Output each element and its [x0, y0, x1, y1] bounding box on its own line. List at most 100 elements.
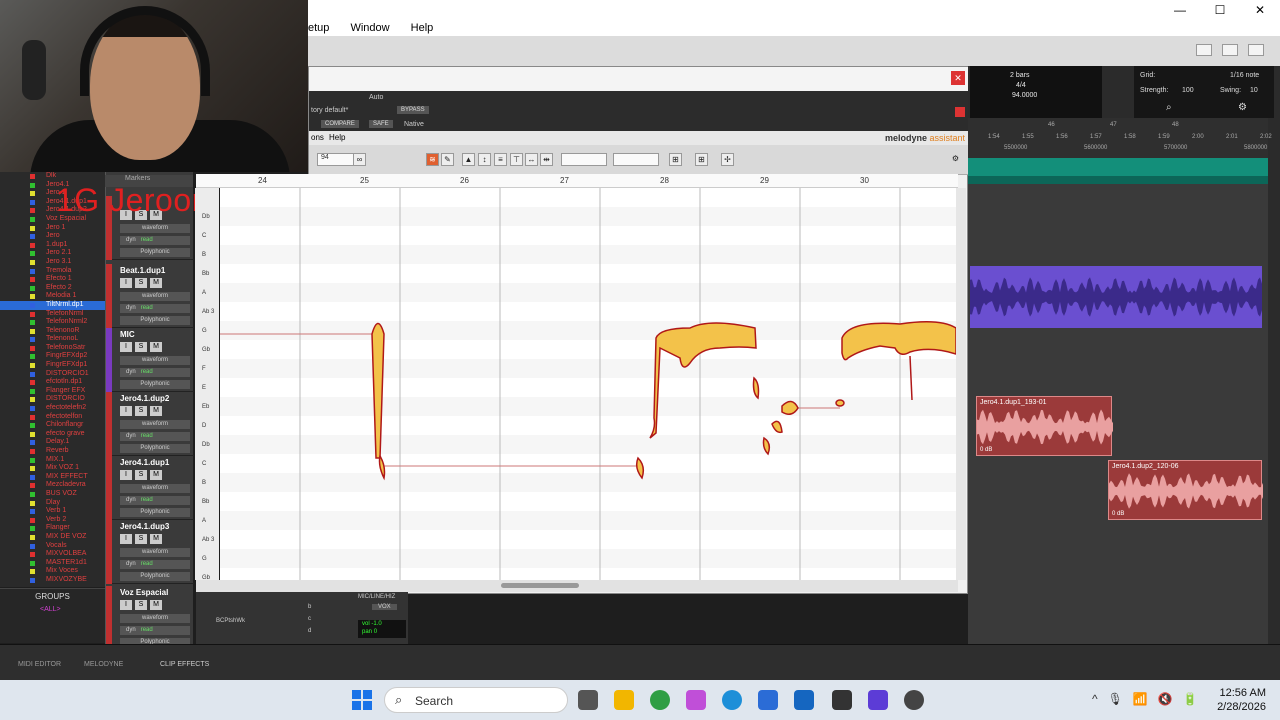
- track-list-item[interactable]: Efecto 1: [0, 275, 105, 284]
- mute-button[interactable]: M: [150, 600, 162, 610]
- macro-pitch-icon[interactable]: ⊞: [669, 153, 682, 166]
- tab-melodyne[interactable]: MELODYNE: [84, 661, 123, 668]
- track-list-item[interactable]: MIX.1: [0, 456, 105, 465]
- solo-button[interactable]: S: [135, 342, 147, 352]
- group-all[interactable]: <ALL>: [40, 606, 105, 613]
- strip-name[interactable]: Jero4.1.dup3: [120, 522, 169, 531]
- edit-tool-icon[interactable]: ✎: [441, 153, 454, 166]
- strip-plugin[interactable]: Polyphonic: [120, 444, 190, 453]
- strip-plugin[interactable]: Polyphonic: [120, 316, 190, 325]
- close-button[interactable]: ✕: [1240, 0, 1280, 20]
- track-list-item[interactable]: Verb 1: [0, 507, 105, 516]
- strip-name[interactable]: MIC: [120, 330, 135, 339]
- track-list-item[interactable]: DISTORCIO1: [0, 370, 105, 379]
- menu-help-melodyne[interactable]: Help: [329, 133, 345, 142]
- audio-clip[interactable]: Jero4.1.dup1_193-01 0 dB: [976, 396, 1113, 456]
- mute-button[interactable]: M: [150, 278, 162, 288]
- task-view-icon[interactable]: [578, 690, 598, 710]
- track-list-item[interactable]: Verb 2: [0, 516, 105, 525]
- track-list-item[interactable]: FingrEFXdp2: [0, 352, 105, 361]
- strip-plugin[interactable]: Polyphonic: [120, 248, 190, 257]
- system-tray[interactable]: ^ 🎙 📶 🔇 🔋: [1092, 692, 1198, 706]
- vol-pan-display[interactable]: vol -1.0 pan 0: [358, 620, 406, 638]
- strip-dyn[interactable]: dyn read: [120, 432, 190, 441]
- solo-button[interactable]: S: [135, 600, 147, 610]
- track-list-item[interactable]: TiltNrml.dp1: [0, 300, 105, 310]
- solo-button[interactable]: S: [135, 470, 147, 480]
- track-list-item[interactable]: Efecto 2: [0, 284, 105, 293]
- strip-dyn[interactable]: dyn read: [120, 236, 190, 245]
- audio-region-purple[interactable]: [970, 266, 1262, 328]
- compare-button[interactable]: COMPARE: [321, 120, 359, 128]
- grid-value[interactable]: 1/16 note: [1230, 72, 1259, 79]
- drift-tool-icon[interactable]: ≡: [494, 153, 507, 166]
- tab-clip-effects[interactable]: CLIP EFFECTS: [160, 661, 209, 668]
- menu-window[interactable]: Window: [350, 20, 389, 34]
- settings-gear-icon[interactable]: ⚙: [949, 153, 962, 166]
- track-list-item[interactable]: efctotln.dp1: [0, 378, 105, 387]
- strip-name[interactable]: Beat.1.dup1: [120, 266, 165, 275]
- taskbar-clock[interactable]: 12:56 AM 2/28/2026: [1206, 686, 1266, 714]
- melodyne-close-button[interactable]: ✕: [951, 71, 965, 85]
- track-list-item[interactable]: MIX EFFECT: [0, 473, 105, 482]
- strip-mode[interactable]: waveform: [120, 292, 190, 301]
- macro-time-icon[interactable]: ⊞: [695, 153, 708, 166]
- safe-button[interactable]: SAFE: [369, 120, 393, 128]
- track-list-item[interactable]: Jero 1: [0, 224, 105, 233]
- time-tool-icon[interactable]: ↔: [525, 153, 538, 166]
- track-list-item[interactable]: TelefonNrml2: [0, 318, 105, 327]
- windows-start-icon[interactable]: [352, 690, 372, 710]
- tempo-field[interactable]: 94: [317, 153, 357, 166]
- bypass-button[interactable]: BYPASS: [397, 106, 429, 114]
- track-list-item[interactable]: Jero 3.1: [0, 258, 105, 267]
- track-list-item[interactable]: Jero 2.1: [0, 249, 105, 258]
- track-list-item[interactable]: TelenonoR: [0, 327, 105, 336]
- track-list-item[interactable]: Chilonflangr: [0, 421, 105, 430]
- track-list-item[interactable]: Delay.1: [0, 438, 105, 447]
- solo-button[interactable]: S: [135, 278, 147, 288]
- track-list-item[interactable]: Tremola: [0, 267, 105, 276]
- track-list-item[interactable]: Mezcladevra: [0, 481, 105, 490]
- track-list-item[interactable]: DISTORCIO: [0, 395, 105, 404]
- track-list-item[interactable]: TelefonoSatr: [0, 344, 105, 353]
- track-list-item[interactable]: MIXVOLBEA: [0, 550, 105, 559]
- track-list-item[interactable]: MIXVOZYBE: [0, 576, 105, 585]
- track-list-item[interactable]: Dlay: [0, 499, 105, 508]
- strength-value[interactable]: 100: [1182, 87, 1194, 94]
- chrome-icon[interactable]: [650, 690, 670, 710]
- input-button[interactable]: I: [120, 406, 132, 416]
- track-list-item[interactable]: Flanger: [0, 524, 105, 533]
- minimize-button[interactable]: —: [1160, 0, 1200, 20]
- pitch-tool-icon[interactable]: ≋: [426, 153, 439, 166]
- track-list-item[interactable]: Melodia 1: [0, 292, 105, 301]
- track-list-item[interactable]: Jero: [0, 232, 105, 241]
- track-list-item[interactable]: BUS VOZ: [0, 490, 105, 499]
- edge-icon[interactable]: [722, 690, 742, 710]
- send-b[interactable]: b: [308, 604, 311, 610]
- input-button[interactable]: I: [120, 470, 132, 480]
- separation-tool-icon[interactable]: ⇹: [540, 153, 553, 166]
- input-selector[interactable]: MIC/LINE/HIZ: [358, 594, 395, 600]
- amplitude-tool-icon[interactable]: ⊤: [510, 153, 523, 166]
- pt-close-icon[interactable]: [1248, 44, 1264, 56]
- strip-mode[interactable]: waveform: [120, 356, 190, 365]
- strip-plugin[interactable]: Polyphonic: [120, 508, 190, 517]
- mute-button[interactable]: M: [150, 470, 162, 480]
- mute-button[interactable]: M: [150, 342, 162, 352]
- track-list-item[interactable]: efectotelefn2: [0, 404, 105, 413]
- track-list-item[interactable]: FingrEFXdp1: [0, 361, 105, 370]
- obs-icon[interactable]: [904, 690, 924, 710]
- send-c[interactable]: c: [308, 616, 311, 622]
- maximize-button[interactable]: ☐: [1200, 0, 1240, 20]
- track-list-item[interactable]: Mix Voces: [0, 567, 105, 576]
- strip-name[interactable]: Voz Espacial: [120, 588, 168, 597]
- vertical-scrollbar[interactable]: [956, 188, 966, 580]
- track-list-item[interactable]: MASTER1d1: [0, 559, 105, 568]
- strip-plugin[interactable]: Polyphonic: [120, 572, 190, 581]
- track-list-item[interactable]: efecto grave: [0, 430, 105, 439]
- search-icon[interactable]: ⌕: [1166, 102, 1172, 113]
- gear-icon[interactable]: ⚙: [1238, 102, 1247, 113]
- file-explorer-icon[interactable]: [614, 690, 634, 710]
- solo-button[interactable]: S: [135, 534, 147, 544]
- track-list-item[interactable]: TelenonoL: [0, 335, 105, 344]
